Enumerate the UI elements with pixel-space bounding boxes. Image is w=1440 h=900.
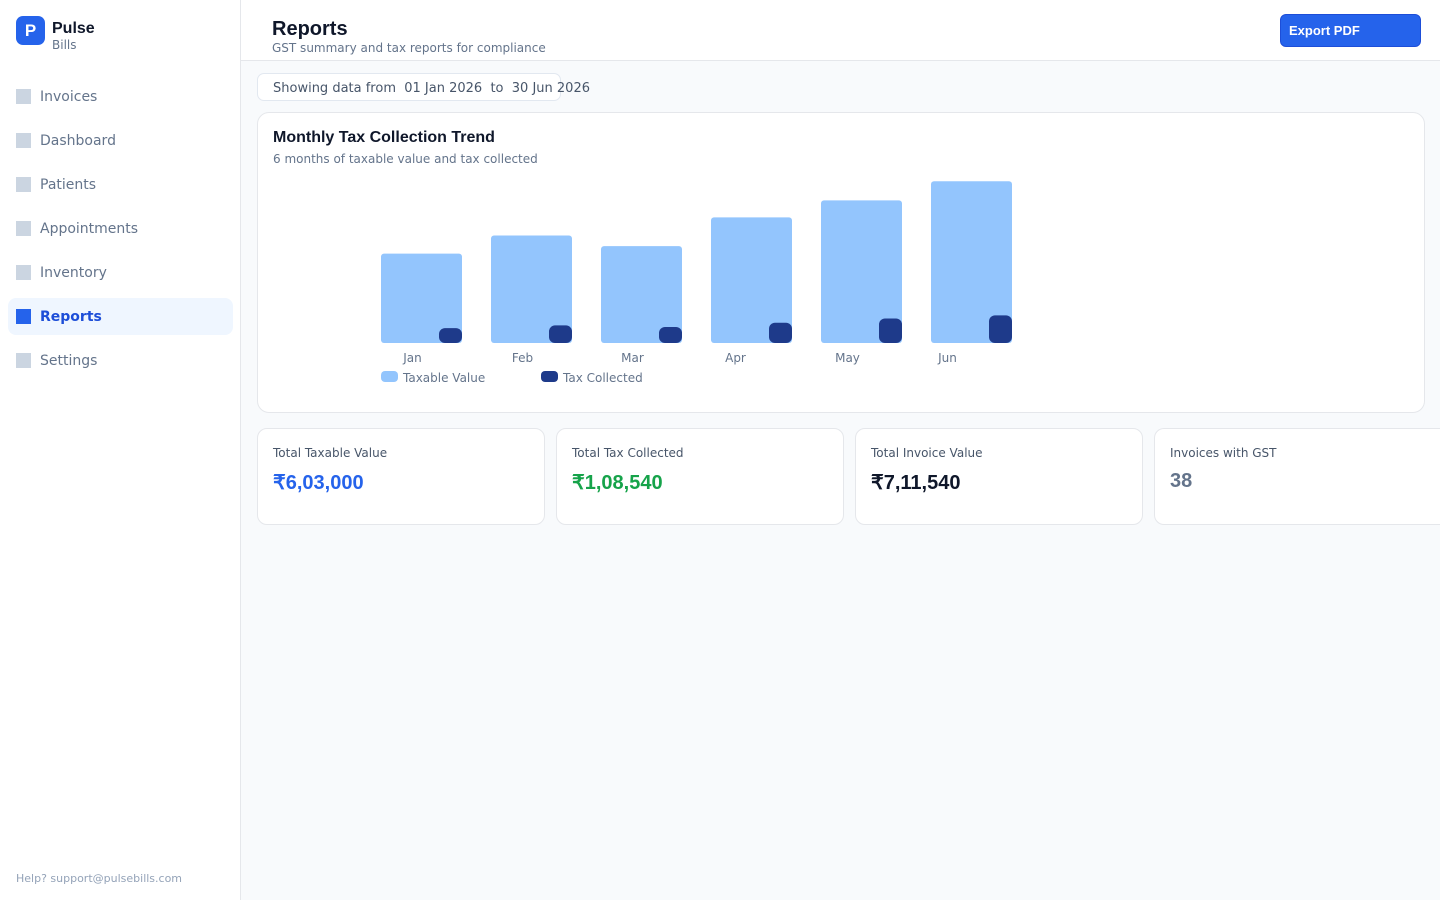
sidebar-item-inventory[interactable]: Inventory (8, 254, 233, 291)
tax-trend-chart-card: Monthly Tax Collection Trend 6 months of… (257, 112, 1425, 413)
brand-logo: P (16, 16, 45, 45)
stat-card-invoices-with-gst: Invoices with GST 38 (1154, 428, 1440, 525)
page-subtitle: GST summary and tax reports for complian… (272, 41, 546, 55)
stat-label: Total Tax Collected (572, 446, 684, 460)
stat-value: ₹7,11,540 (871, 472, 961, 494)
x-tick-label: Jan (402, 351, 422, 365)
sidebar-item-label: Invoices (40, 88, 98, 105)
brand-subtitle: Bills (52, 38, 77, 52)
x-tick-label: Apr (725, 351, 746, 365)
bar-tax-collected-jan[interactable] (439, 328, 462, 343)
appointments-icon (16, 221, 31, 236)
export-pdf-button[interactable]: Export PDF (1280, 14, 1421, 47)
stat-card-taxable-value: Total Taxable Value ₹6,03,000 (257, 428, 545, 525)
stat-label: Total Taxable Value (273, 446, 388, 460)
bar-tax-collected-may[interactable] (879, 318, 902, 343)
legend-swatch (381, 371, 398, 382)
bar-tax-collected-jun[interactable] (989, 315, 1012, 343)
sidebar-item-label: Patients (40, 176, 97, 193)
sidebar-item-label: Inventory (40, 264, 107, 281)
legend-label: Tax Collected (562, 371, 643, 385)
sidebar: P Pulse Bills Invoices Dashboard Patient… (0, 0, 241, 900)
sidebar-item-label: Reports (40, 308, 102, 325)
inventory-icon (16, 265, 31, 280)
settings-icon (16, 353, 31, 368)
sidebar-item-label: Dashboard (40, 132, 116, 149)
stat-card-tax-collected: Total Tax Collected ₹1,08,540 (556, 428, 844, 525)
date-range-text: Showing data from 01 Jan 2026 to 30 Jun … (273, 81, 590, 96)
legend-swatch (541, 371, 558, 382)
page-header: Reports GST summary and tax reports for … (241, 0, 1440, 61)
x-tick-label: Jun (937, 351, 957, 365)
stat-label: Total Invoice Value (871, 446, 983, 460)
sidebar-item-patients[interactable]: Patients (8, 166, 233, 203)
date-range-prefix: Showing data from (273, 81, 396, 96)
x-tick-label: Mar (621, 351, 644, 365)
page-title: Reports (272, 18, 348, 40)
brand[interactable]: P Pulse Bills (16, 16, 95, 52)
tax-trend-chart: Jan Feb Mar Apr May Jun Taxable Value Tax Colle… (381, 181, 1012, 385)
sidebar-item-settings[interactable]: Settings (8, 342, 233, 379)
stat-label: Invoices with GST (1170, 446, 1277, 460)
brand-name: Pulse (52, 20, 95, 37)
bar-tax-collected-apr[interactable] (769, 322, 792, 343)
sidebar-item-label: Appointments (40, 220, 139, 237)
date-from[interactable]: 01 Jan 2026 (404, 81, 482, 96)
sidebar-item-label: Settings (40, 352, 98, 369)
stat-card-invoice-value: Total Invoice Value ₹7,11,540 (855, 428, 1143, 525)
sidebar-nav: Invoices Dashboard Patients Appointments… (8, 78, 233, 386)
sidebar-item-appointments[interactable]: Appointments (8, 210, 233, 247)
stat-value: ₹6,03,000 (273, 472, 364, 494)
stat-value: 38 (1170, 470, 1193, 492)
brand-text: Pulse Bills (52, 19, 95, 52)
date-to[interactable]: 30 Jun 2026 (512, 81, 590, 96)
sidebar-item-dashboard[interactable]: Dashboard (8, 122, 233, 159)
date-range[interactable]: Showing data from 01 Jan 2026 to 30 Jun … (257, 73, 590, 101)
bar-tax-collected-feb[interactable] (549, 325, 572, 343)
sidebar-item-invoices[interactable]: Invoices (8, 78, 233, 115)
x-tick-label: May (835, 351, 860, 365)
stat-value: ₹1,08,540 (572, 472, 663, 494)
reports-icon (16, 309, 31, 324)
legend-label: Taxable Value (402, 371, 485, 385)
invoices-icon (16, 89, 31, 104)
dashboard-icon (16, 133, 31, 148)
patients-icon (16, 177, 31, 192)
help-contact[interactable]: Help? support@pulsebills.com (16, 872, 182, 885)
sidebar-item-reports[interactable]: Reports (8, 298, 233, 335)
bar-tax-collected-mar[interactable] (659, 327, 682, 343)
x-tick-label: Feb (512, 351, 533, 365)
date-range-separator: to (490, 81, 504, 96)
